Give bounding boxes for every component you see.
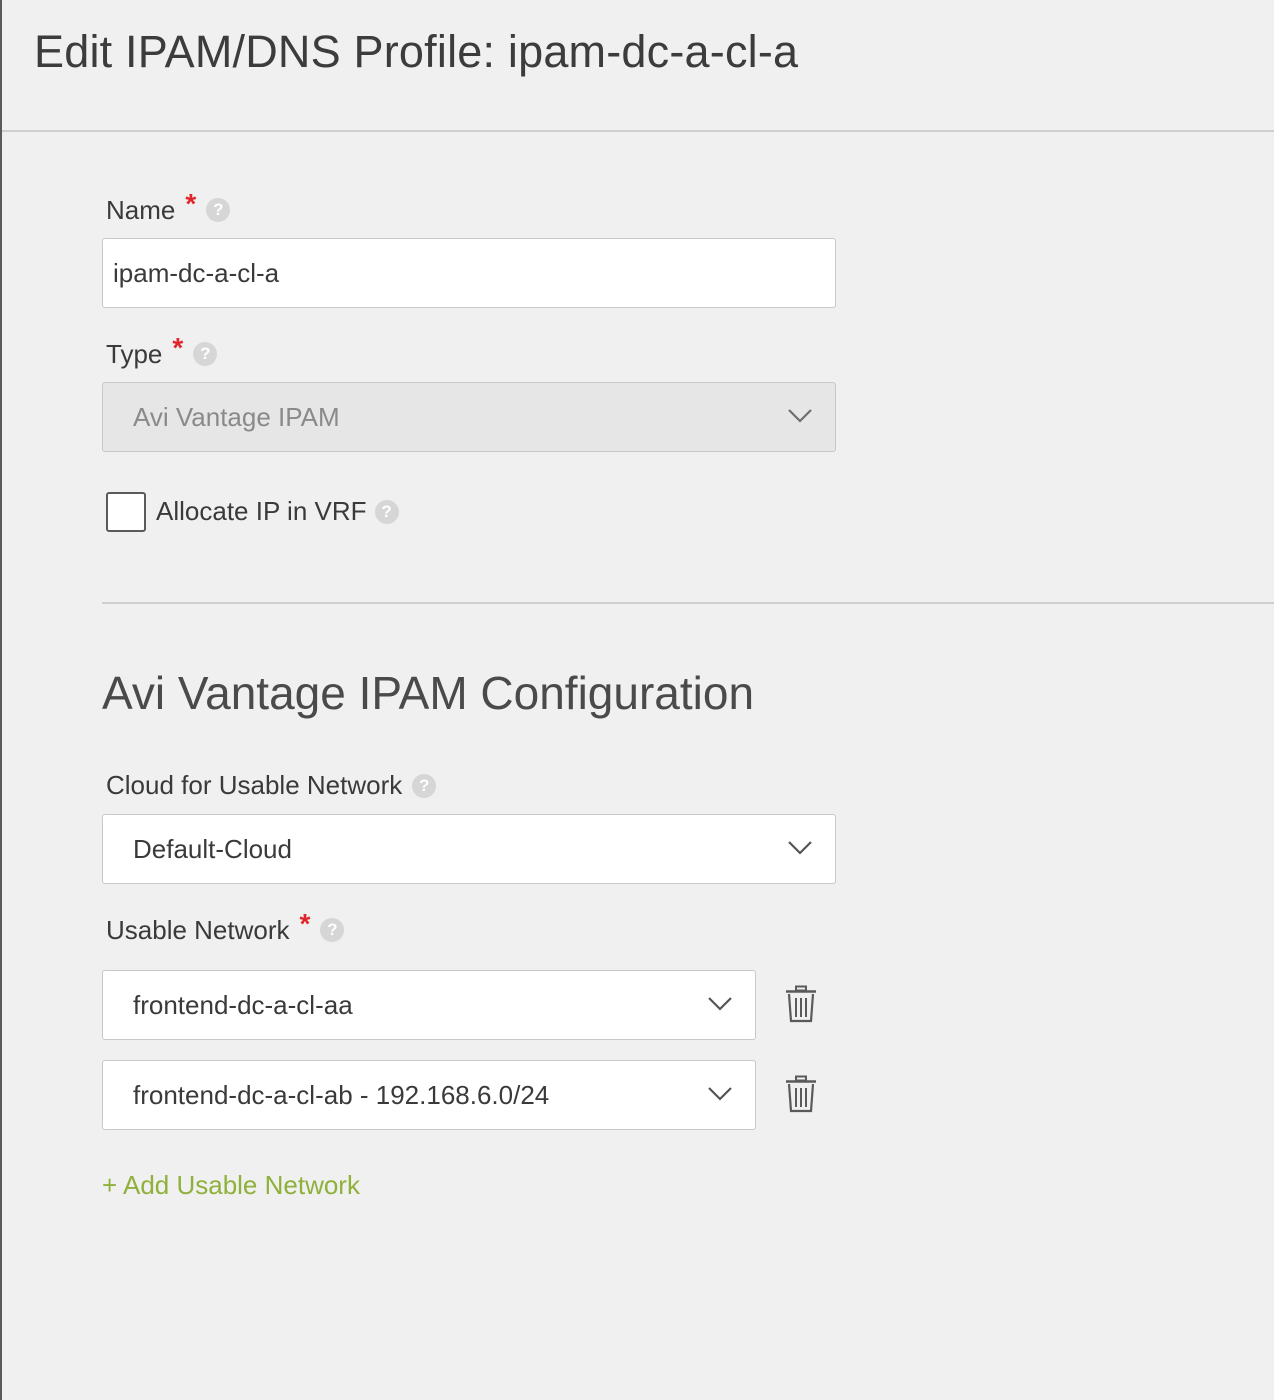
help-icon[interactable]: ? <box>320 918 345 942</box>
required-marker: * <box>185 188 197 219</box>
type-label-group: Type * ? <box>106 332 218 370</box>
chevron-down-icon <box>708 1087 732 1101</box>
help-icon[interactable]: ? <box>193 342 218 366</box>
usable-network-label-group: Usable Network * ? <box>106 908 345 946</box>
window-edge <box>0 0 2 1400</box>
allocate-ip-in-vrf-label-group: Allocate IP in VRF ? <box>156 496 399 527</box>
help-icon[interactable]: ? <box>374 499 399 524</box>
usable-network-select-value: frontend-dc-a-cl-aa <box>133 989 353 1020</box>
usable-network-label: Usable Network <box>106 914 290 945</box>
type-label: Type <box>106 338 163 369</box>
chevron-down-icon <box>788 409 812 423</box>
cloud-label-group: Cloud for Usable Network ? <box>106 770 437 801</box>
required-marker: * <box>172 332 184 363</box>
trash-icon[interactable] <box>784 985 818 1023</box>
usable-network-select[interactable]: frontend-dc-a-cl-aa <box>102 970 756 1040</box>
help-icon[interactable]: ? <box>412 773 437 798</box>
name-input[interactable]: ipam-dc-a-cl-a <box>102 238 836 308</box>
name-input-value: ipam-dc-a-cl-a <box>113 257 280 288</box>
name-label: Name <box>106 194 176 225</box>
cloud-label: Cloud for Usable Network <box>106 770 403 800</box>
allocate-ip-in-vrf-checkbox[interactable] <box>106 492 146 532</box>
help-icon[interactable]: ? <box>206 198 231 222</box>
chevron-down-icon <box>708 997 732 1011</box>
section-title: Avi Vantage IPAM Configuration <box>102 667 755 719</box>
required-marker: * <box>299 908 311 939</box>
cloud-select-value: Default-Cloud <box>133 833 292 864</box>
type-select: Avi Vantage IPAM <box>102 382 836 452</box>
usable-network-select[interactable]: frontend-dc-a-cl-ab - 192.168.6.0/24 <box>102 1060 756 1130</box>
name-label-group: Name * ? <box>106 188 231 226</box>
add-usable-network-link[interactable]: + Add Usable Network <box>102 1170 360 1201</box>
page-title: Edit IPAM/DNS Profile: ipam-dc-a-cl-a <box>34 26 799 77</box>
type-select-value: Avi Vantage IPAM <box>133 401 340 432</box>
chevron-down-icon <box>788 841 812 855</box>
section-divider <box>102 602 1274 604</box>
trash-icon[interactable] <box>784 1075 818 1113</box>
cloud-select[interactable]: Default-Cloud <box>102 814 836 884</box>
allocate-ip-in-vrf-label[interactable]: Allocate IP in VRF <box>156 496 367 527</box>
modal-header: Edit IPAM/DNS Profile: ipam-dc-a-cl-a <box>2 0 1274 132</box>
usable-network-select-value: frontend-dc-a-cl-ab - 192.168.6.0/24 <box>133 1079 550 1110</box>
